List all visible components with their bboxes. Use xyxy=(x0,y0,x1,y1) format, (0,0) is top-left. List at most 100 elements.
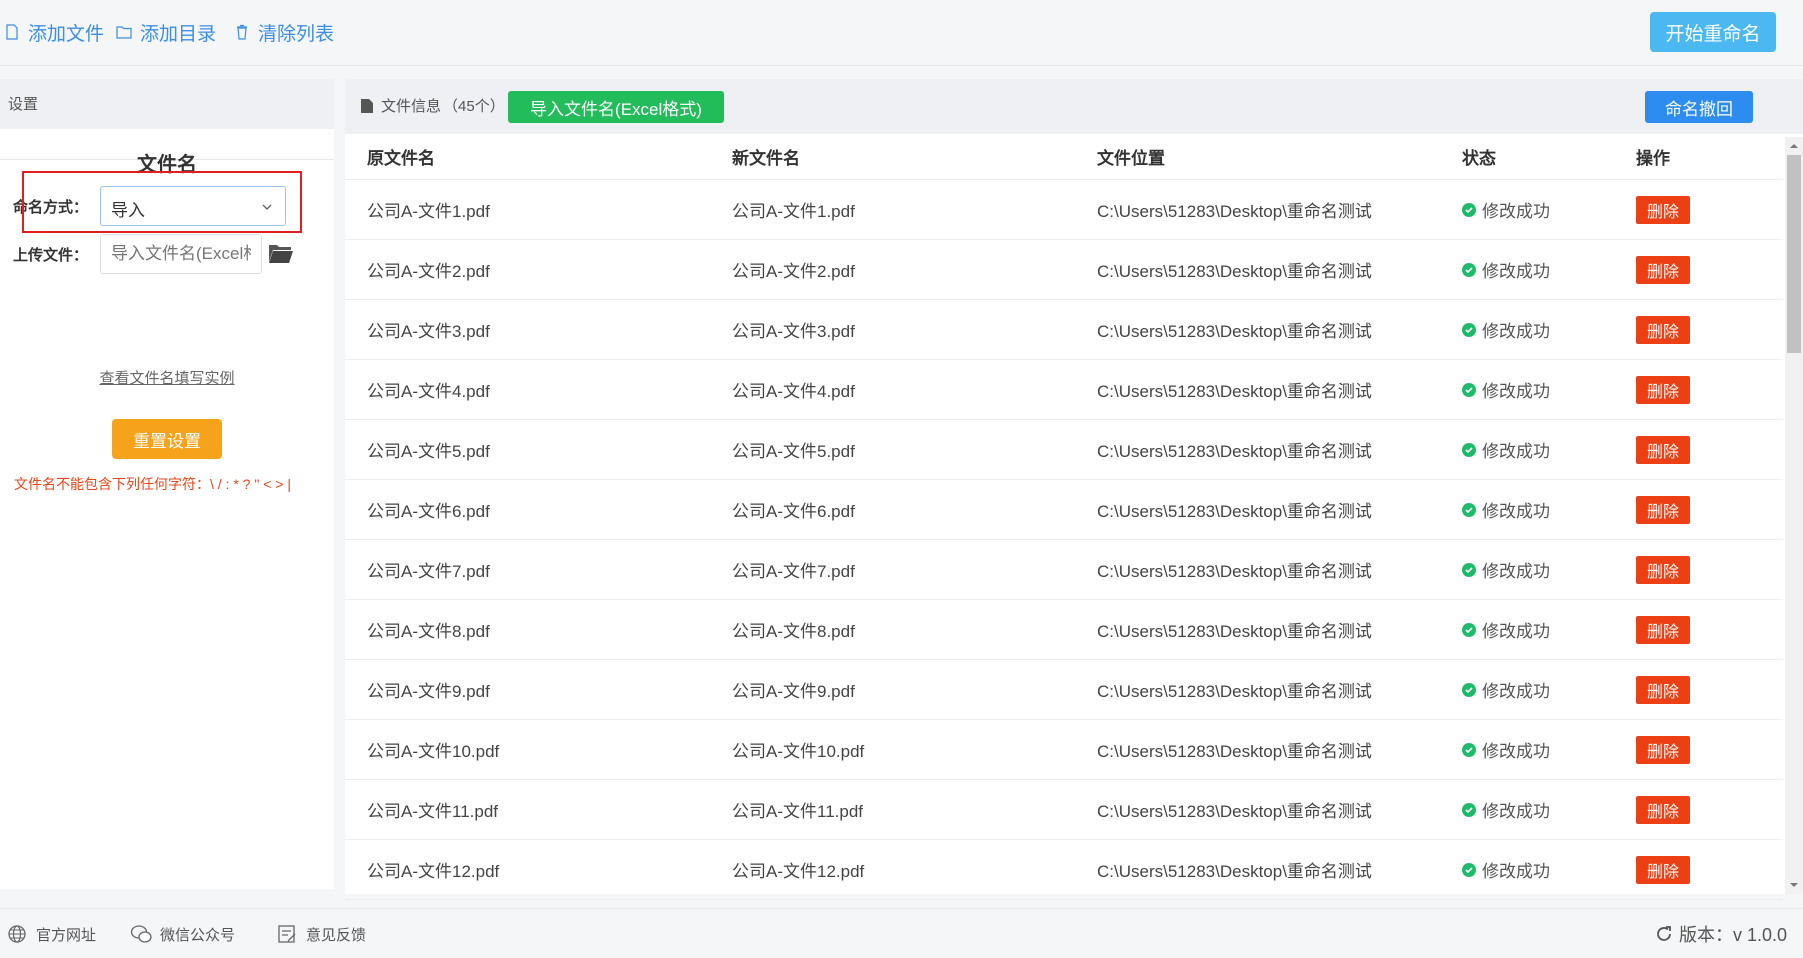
action-cell: 删除 xyxy=(1626,255,1783,284)
add-file-button[interactable]: 添加文件 xyxy=(4,18,104,46)
status-text: 修改成功 xyxy=(1482,262,1550,281)
table-row: 公司A-文件12.pdf 公司A-文件12.pdf C:\Users\51283\D… xyxy=(345,840,1783,900)
status-text: 修改成功 xyxy=(1482,202,1550,221)
undo-rename-button[interactable]: 命名撤回 xyxy=(1645,91,1753,123)
add-file-label: 添加文件 xyxy=(28,23,105,45)
delete-button[interactable]: 删除 xyxy=(1636,495,1690,524)
status-cell: 修改成功 xyxy=(1440,857,1626,882)
upload-label: 上传文件： xyxy=(12,246,88,264)
check-circle-icon xyxy=(1462,562,1476,577)
delete-button[interactable]: 删除 xyxy=(1636,615,1690,644)
new-name-cell: 公司A-文件12.pdf xyxy=(732,862,865,881)
action-cell: 删除 xyxy=(1626,615,1783,644)
table-row: 公司A-文件3.pdf 公司A-文件3.pdf C:\Users\51283\Des… xyxy=(345,300,1783,360)
table-row: 公司A-文件9.pdf 公司A-文件9.pdf C:\Users\51283\Des… xyxy=(345,660,1783,720)
location-cell: C:\Users\51283\Desktop\重命名测试 xyxy=(1097,442,1372,461)
upload-file-input[interactable] xyxy=(100,234,262,274)
status-cell: 修改成功 xyxy=(1440,677,1626,702)
status-cell: 修改成功 xyxy=(1440,377,1626,402)
start-rename-button[interactable]: 开始重命名 xyxy=(1650,12,1776,52)
check-circle-icon xyxy=(1462,682,1476,697)
location-cell: C:\Users\51283\Desktop\重命名测试 xyxy=(1097,802,1372,821)
file-panel-header: 文件信息 （45个） 导入文件名(Excel格式) 命名撤回 xyxy=(345,79,1803,134)
location-cell: C:\Users\51283\Desktop\重命名测试 xyxy=(1097,622,1372,641)
original-name-cell: 公司A-文件12.pdf xyxy=(367,862,500,881)
col-action: 操作 xyxy=(1636,149,1670,168)
file-info: 文件信息 （45个） xyxy=(361,95,505,116)
status-text: 修改成功 xyxy=(1482,502,1550,521)
wechat-link[interactable]: 微信公众号 xyxy=(130,923,235,945)
delete-button[interactable]: 删除 xyxy=(1636,435,1690,464)
delete-button[interactable]: 删除 xyxy=(1636,315,1690,344)
table-row: 公司A-文件1.pdf 公司A-文件1.pdf C:\Users\51283\Des… xyxy=(345,180,1783,240)
clear-list-button[interactable]: 清除列表 xyxy=(234,18,334,46)
scroll-thumb[interactable] xyxy=(1787,155,1801,353)
delete-button[interactable]: 删除 xyxy=(1636,675,1690,704)
scroll-down-icon[interactable] xyxy=(1789,880,1799,890)
feedback-icon xyxy=(278,925,296,943)
status-text: 修改成功 xyxy=(1482,862,1550,881)
check-circle-icon xyxy=(1462,622,1476,637)
feedback-label: 意见反馈 xyxy=(306,926,367,944)
original-name-cell: 公司A-文件10.pdf xyxy=(367,742,500,761)
status-cell: 修改成功 xyxy=(1440,737,1626,762)
trash-icon xyxy=(237,24,247,40)
website-label: 官方网址 xyxy=(36,926,97,944)
import-excel-button[interactable]: 导入文件名(Excel格式) xyxy=(508,91,724,123)
original-name-cell: 公司A-文件4.pdf xyxy=(367,382,490,401)
action-cell: 删除 xyxy=(1626,555,1783,584)
globe-icon xyxy=(8,925,26,943)
status-cell: 修改成功 xyxy=(1440,797,1626,822)
original-name-cell: 公司A-文件8.pdf xyxy=(367,622,490,641)
delete-button[interactable]: 删除 xyxy=(1636,795,1690,824)
check-circle-icon xyxy=(1462,862,1476,877)
filename-warning: 文件名不能包含下列任何字符：\ / : * ? " < > | xyxy=(14,476,291,492)
status-cell: 修改成功 xyxy=(1440,197,1626,222)
location-cell: C:\Users\51283\Desktop\重命名测试 xyxy=(1097,262,1372,281)
delete-button[interactable]: 删除 xyxy=(1636,255,1690,284)
new-name-cell: 公司A-文件8.pdf xyxy=(732,622,855,641)
original-name-cell: 公司A-文件2.pdf xyxy=(367,262,490,281)
delete-button[interactable]: 删除 xyxy=(1636,195,1690,224)
status-text: 修改成功 xyxy=(1482,742,1550,761)
check-circle-icon xyxy=(1462,442,1476,457)
new-name-cell: 公司A-文件7.pdf xyxy=(732,562,855,581)
table-row: 公司A-文件5.pdf 公司A-文件5.pdf C:\Users\51283\Des… xyxy=(345,420,1783,480)
new-name-cell: 公司A-文件5.pdf xyxy=(732,442,855,461)
table-row: 公司A-文件10.pdf 公司A-文件10.pdf C:\Users\51283\D… xyxy=(345,720,1783,780)
original-name-cell: 公司A-文件5.pdf xyxy=(367,442,490,461)
delete-button[interactable]: 删除 xyxy=(1636,855,1690,884)
delete-button[interactable]: 删除 xyxy=(1636,735,1690,764)
highlight-box xyxy=(22,171,302,233)
action-cell: 删除 xyxy=(1626,375,1783,404)
status-text: 修改成功 xyxy=(1482,562,1550,581)
vertical-scrollbar[interactable] xyxy=(1785,137,1803,894)
delete-button[interactable]: 删除 xyxy=(1636,375,1690,404)
location-cell: C:\Users\51283\Desktop\重命名测试 xyxy=(1097,862,1372,881)
reset-settings-button[interactable]: 重置设置 xyxy=(112,419,222,459)
delete-button[interactable]: 删除 xyxy=(1636,555,1690,584)
location-cell: C:\Users\51283\Desktop\重命名测试 xyxy=(1097,562,1372,581)
file-table: 原文件名 新文件名 文件位置 状态 操作 公司A-文件1.pdf 公司A-文件1.… xyxy=(345,134,1783,900)
feedback-link[interactable]: 意见反馈 xyxy=(276,923,366,945)
check-circle-icon xyxy=(1462,742,1476,757)
website-link[interactable]: 官方网址 xyxy=(6,923,96,945)
add-directory-button[interactable]: 添加目录 xyxy=(116,18,216,46)
status-cell: 修改成功 xyxy=(1440,437,1626,462)
action-cell: 删除 xyxy=(1626,795,1783,824)
check-circle-icon xyxy=(1462,322,1476,337)
action-cell: 删除 xyxy=(1626,315,1783,344)
check-circle-icon xyxy=(1462,262,1476,277)
upload-row: 上传文件： xyxy=(0,234,334,274)
original-name-cell: 公司A-文件9.pdf xyxy=(367,682,490,701)
scroll-up-icon[interactable] xyxy=(1789,141,1799,151)
status-cell: 修改成功 xyxy=(1440,257,1626,282)
example-link[interactable]: 查看文件名填写实例 xyxy=(0,367,334,388)
col-original-name: 原文件名 xyxy=(367,149,435,168)
version-info[interactable]: 版本：v 1.0.0 xyxy=(1655,921,1787,947)
file-icon xyxy=(6,24,18,40)
new-name-cell: 公司A-文件6.pdf xyxy=(732,502,855,521)
location-cell: C:\Users\51283\Desktop\重命名测试 xyxy=(1097,502,1372,521)
folder-open-icon[interactable] xyxy=(268,242,294,264)
table-row: 公司A-文件8.pdf 公司A-文件8.pdf C:\Users\51283\Des… xyxy=(345,600,1783,660)
